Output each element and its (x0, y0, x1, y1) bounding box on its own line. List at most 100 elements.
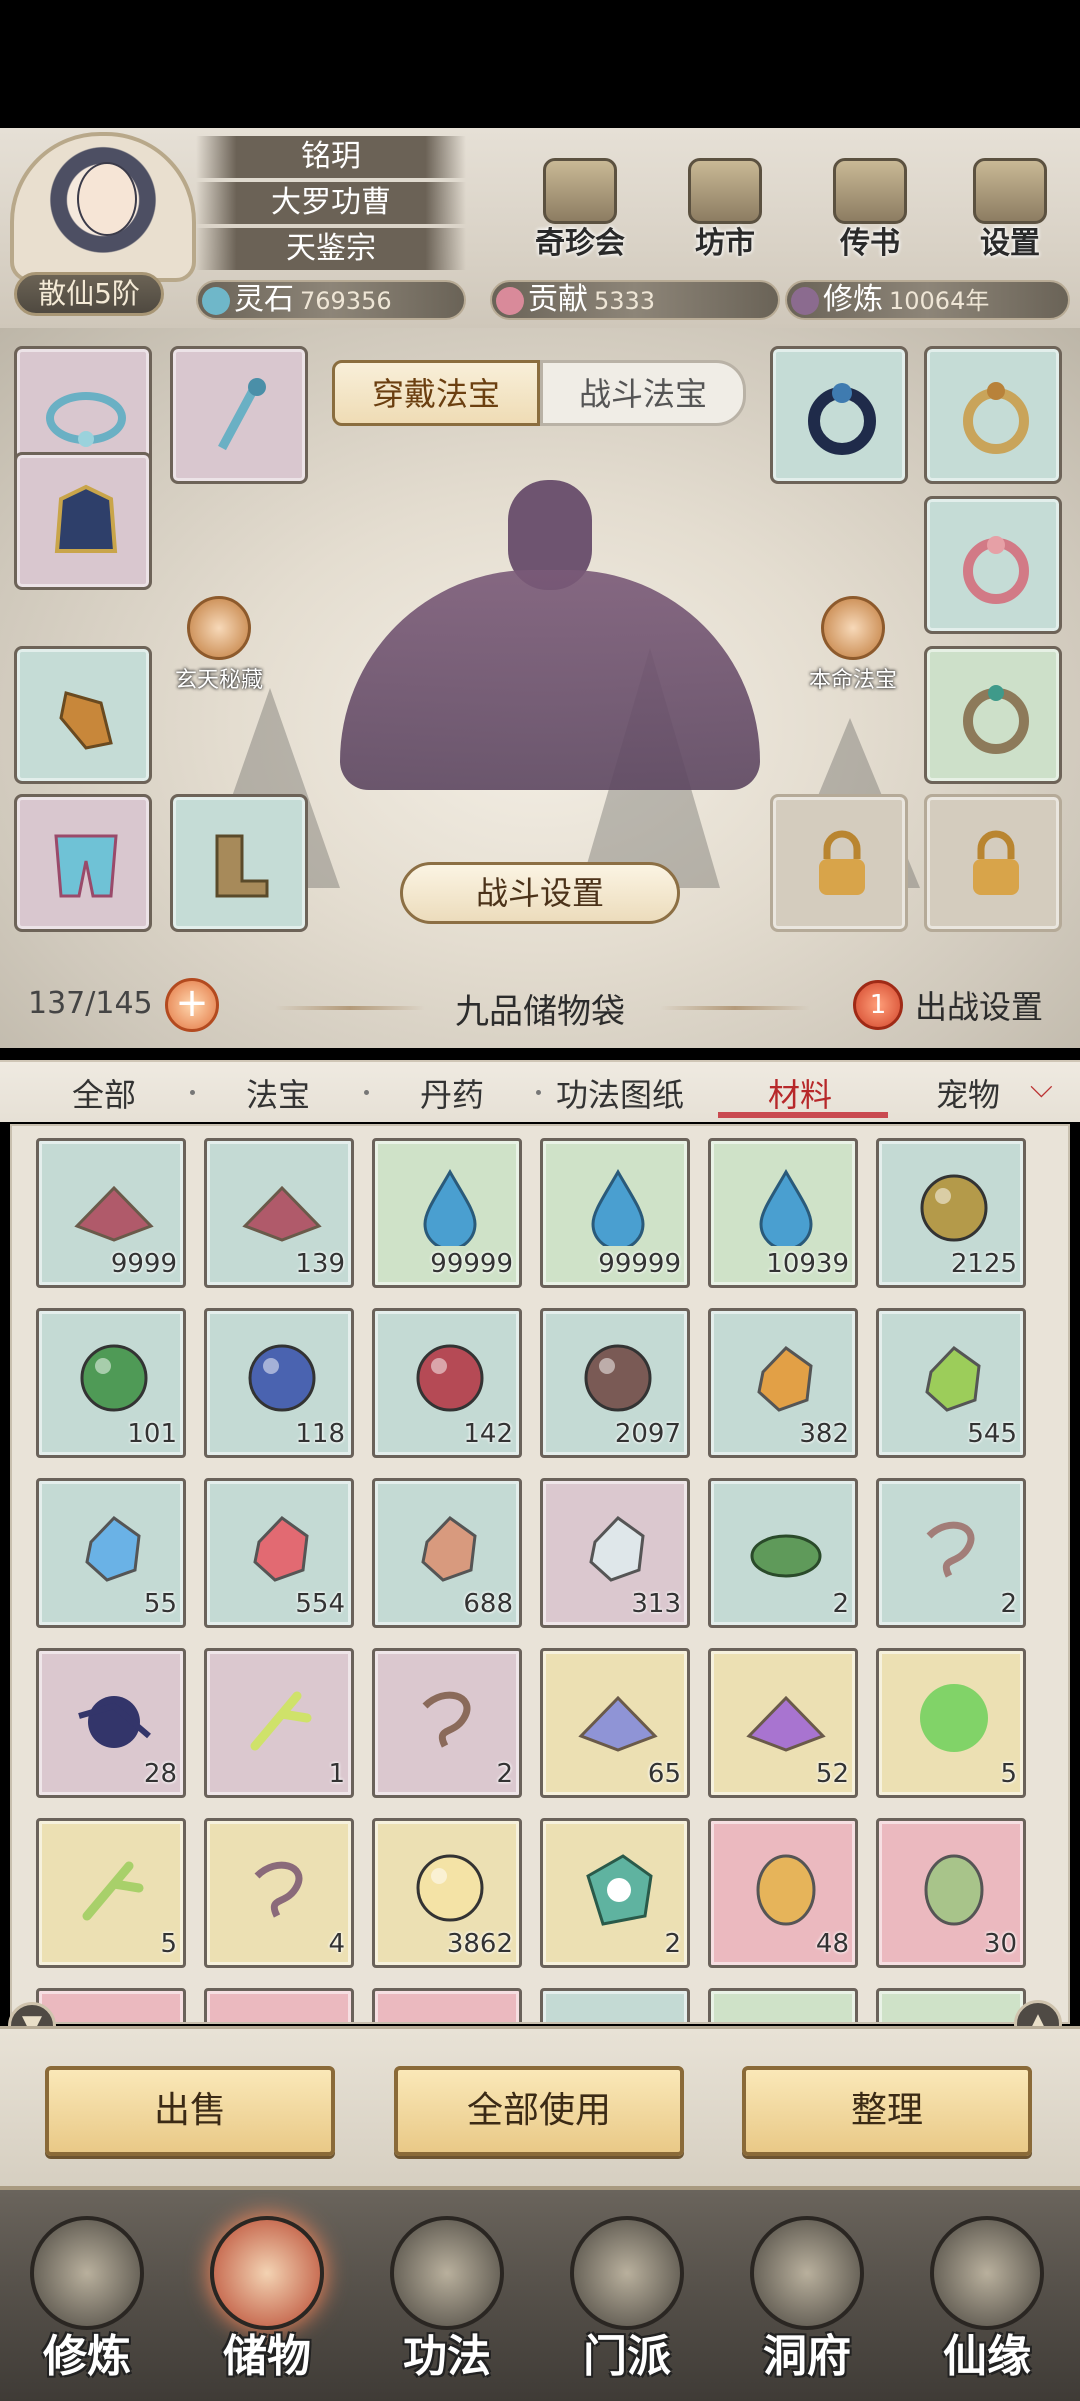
green-orb-icon (80, 1344, 148, 1412)
inventory-slot[interactable]: 65 (540, 1648, 690, 1798)
market-button[interactable]: 坊市 (670, 158, 780, 261)
treasure-pavilion-icon (543, 158, 617, 224)
inventory-slot[interactable]: 554 (204, 1478, 354, 1628)
contribution-icon (496, 287, 524, 315)
equip-slot-hairpin[interactable] (170, 346, 308, 484)
inventory-slot[interactable]: 688 (372, 1478, 522, 1628)
inventory-slot[interactable]: 5 (876, 1648, 1026, 1798)
mystic-vault-label: 玄天秘藏 (174, 668, 263, 693)
equip-slot-ring-gold[interactable] (924, 346, 1062, 484)
item-count: 101 (127, 1419, 177, 1449)
tab-treasure[interactable]: 法宝 (246, 1070, 310, 1116)
nav-immortal-fate[interactable]: 仙缘 (912, 2216, 1062, 2386)
nav-sect-label: 门派 (583, 2331, 671, 2382)
amber-crystal-icon (757, 1346, 813, 1412)
nav-cave-abode[interactable]: 洞府 (732, 2216, 882, 2386)
brown-orb-icon (584, 1344, 652, 1412)
inventory-slot[interactable]: 118 (204, 1308, 354, 1458)
market-icon (688, 158, 762, 224)
inventory-slot[interactable]: 2097 (540, 1308, 690, 1458)
nav-sect[interactable]: 门派 (552, 2216, 702, 2386)
tab-all[interactable]: 全部 (72, 1070, 136, 1116)
inventory-slot-partial[interactable] (540, 1988, 690, 2022)
tab-materials[interactable]: 材料 (768, 1070, 832, 1116)
inventory-slot[interactable]: 9999 (36, 1138, 186, 1288)
expand-bag-button[interactable]: + (165, 978, 219, 1032)
amber-egg-icon (756, 1854, 816, 1926)
tab-pills[interactable]: 丹药 (420, 1070, 484, 1116)
inventory-slot[interactable]: 1 (204, 1648, 354, 1798)
inventory-slot[interactable]: 2 (540, 1818, 690, 1968)
inventory-slot[interactable]: 139 (204, 1138, 354, 1288)
item-count: 118 (295, 1419, 345, 1449)
nav-storage-label: 储物 (223, 2331, 311, 2382)
inventory-slot-partial[interactable] (708, 1988, 858, 2022)
inventory-slot[interactable]: 48 (708, 1818, 858, 1968)
inventory-slot-partial[interactable] (876, 1988, 1026, 2022)
inventory-slot[interactable]: 142 (372, 1308, 522, 1458)
inventory-slot-partial[interactable] (372, 1988, 522, 2022)
equip-slot-ring-rose[interactable] (924, 496, 1062, 634)
inventory-slot[interactable]: 52 (708, 1648, 858, 1798)
player-title: 大罗功曹 (196, 182, 466, 224)
inventory-slot[interactable]: 30 (876, 1818, 1026, 1968)
inventory-slot[interactable]: 99999 (372, 1138, 522, 1288)
equip-slot-pants[interactable] (14, 794, 152, 932)
white-crystal-icon (589, 1516, 645, 1582)
status-bar (0, 0, 1080, 128)
sort-button[interactable]: 整理 (742, 2066, 1032, 2156)
nav-technique[interactable]: 功法 (372, 2216, 522, 2386)
equip-slot-ring-dark[interactable] (770, 346, 908, 484)
lock-icon (973, 830, 1019, 895)
inventory-slot[interactable]: 4 (204, 1818, 354, 1968)
inventory-slot[interactable]: 313 (540, 1478, 690, 1628)
contribution-label: 贡献 (528, 282, 588, 317)
tab-pets[interactable]: 宠物 (936, 1070, 1000, 1116)
natal-treasure-label: 本命法宝 (808, 668, 897, 693)
equip-slot-ring-jade[interactable] (924, 646, 1062, 784)
settings-button[interactable]: 设置 (955, 158, 1065, 261)
inventory-slot[interactable]: 382 (708, 1308, 858, 1458)
inventory-slot[interactable]: 99999 (540, 1138, 690, 1288)
nav-storage[interactable]: 储物 (192, 2216, 342, 2386)
sell-button[interactable]: 出售 (45, 2066, 335, 2156)
inventory-slot[interactable]: 2125 (876, 1138, 1026, 1288)
mail-button[interactable]: 传书 (815, 158, 925, 261)
natal-treasure-button[interactable]: 本命法宝 (798, 596, 908, 694)
equip-slot-gloves[interactable] (14, 646, 152, 784)
equip-slot-locked[interactable] (924, 794, 1062, 932)
tab-worn-treasures[interactable]: 穿戴法宝 (332, 360, 540, 426)
treasure-pavilion-button[interactable]: 奇珍会 (525, 158, 635, 261)
inventory-slot[interactable]: 55 (36, 1478, 186, 1628)
nav-cultivate[interactable]: 修炼 (12, 2216, 162, 2386)
inventory-slot[interactable]: 28 (36, 1648, 186, 1798)
item-count: 1 (328, 1759, 345, 1789)
inventory-slot[interactable]: 10939 (708, 1138, 858, 1288)
tab-separator (364, 1090, 369, 1095)
tab-battle-treasures[interactable]: 战斗法宝 (540, 360, 746, 426)
cultivation-value: 10064年 (889, 287, 990, 315)
game-screen: 散仙5阶 铭玥 大罗功曹 天鉴宗 奇珍会 坊市 传书 设置 灵石 769356 贡… (0, 0, 1080, 2401)
inventory-slot[interactable]: 2 (708, 1478, 858, 1628)
equip-slot-locked[interactable] (770, 794, 908, 932)
inventory-slot[interactable]: 2 (876, 1478, 1026, 1628)
inventory-slot[interactable]: 2 (372, 1648, 522, 1798)
battle-settings-button[interactable]: 战斗设置 (400, 862, 680, 924)
sortie-settings-button[interactable]: 出战设置 (915, 982, 1043, 1028)
chevron-down-icon[interactable]: ⌵ (1030, 1070, 1053, 1105)
use-all-button[interactable]: 全部使用 (394, 2066, 684, 2156)
equip-slot-armor[interactable] (14, 452, 152, 590)
shadow-fruit-icon (78, 1696, 151, 1748)
equip-slot-boots[interactable] (170, 794, 308, 932)
inventory-slot-partial[interactable] (36, 1988, 186, 2022)
bag-title: 九品储物袋 (455, 992, 625, 1032)
inventory-slot[interactable]: 101 (36, 1308, 186, 1458)
inventory-slot[interactable]: 3862 (372, 1818, 522, 1968)
mystic-vault-button[interactable]: 玄天秘藏 (164, 596, 274, 694)
tab-technique-scrolls[interactable]: 功法图纸 (556, 1070, 684, 1116)
nav-immortal-fate-label: 仙缘 (943, 2331, 1031, 2382)
item-count: 4 (328, 1929, 345, 1959)
inventory-slot[interactable]: 545 (876, 1308, 1026, 1458)
inventory-slot-partial[interactable] (204, 1988, 354, 2022)
inventory-slot[interactable]: 5 (36, 1818, 186, 1968)
